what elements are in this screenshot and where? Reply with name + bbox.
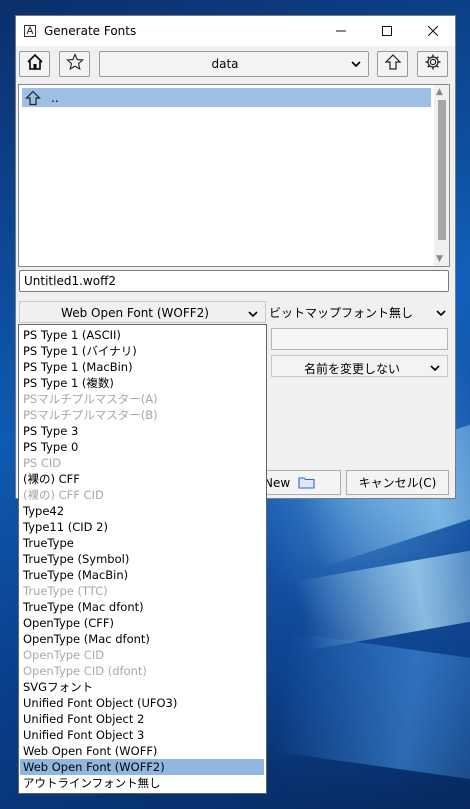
dropdown-option[interactable]: PS Type 1 (バイナリ) (20, 343, 264, 359)
dropdown-option[interactable]: Web Open Font (WOFF) (20, 743, 264, 759)
close-button[interactable] (410, 16, 456, 46)
home-button[interactable] (19, 51, 50, 77)
chevron-down-icon (436, 307, 446, 317)
dropdown-option: PSマルチプルマスター(B) (23, 408, 158, 422)
dropdown-option: PSマルチプルマスター(A) (23, 392, 158, 406)
maximize-button[interactable] (364, 16, 410, 46)
output-format-select[interactable]: Web Open Font (WOFF2) (19, 301, 266, 323)
toolbar: data (16, 51, 457, 81)
vertical-scrollbar[interactable]: ▲ ▼ (434, 85, 449, 266)
scroll-up-icon[interactable]: ▲ (436, 87, 443, 97)
dropdown-option[interactable]: TrueType (20, 535, 264, 551)
minimize-button[interactable] (318, 16, 364, 46)
up-arrow-icon (384, 53, 402, 75)
bitmap-format-select[interactable]: ビットマップフォント無し (268, 301, 448, 323)
dropdown-option: PS CID (23, 456, 62, 470)
settings-button[interactable] (417, 51, 448, 77)
rename-value: 名前を変更しない (303, 362, 400, 376)
gear-icon (424, 53, 442, 75)
filename-input[interactable]: Untitled1.woff2 (19, 270, 449, 292)
output-format-value: Web Open Font (WOFF2) (61, 306, 209, 320)
file-list[interactable]: .. ▲ ▼ (18, 84, 450, 267)
dropdown-option[interactable]: TrueType (Symbol) (20, 551, 264, 567)
chevron-down-icon (248, 308, 258, 318)
wallpaper-light-beam (272, 632, 470, 788)
dropdown-option[interactable]: Type11 (CID 2) (20, 519, 264, 535)
folder-icon (298, 476, 315, 489)
output-format-dropdown[interactable]: PS Type 1 (ASCII) PS Type 1 (バイナリ) PS Type… (18, 324, 267, 794)
bitmap-format-value: ビットマップフォント無し (269, 306, 414, 320)
dropdown-option[interactable]: Unified Font Object 3 (20, 727, 264, 743)
window-title: Generate Fonts (44, 24, 137, 38)
bookmark-button[interactable] (59, 51, 90, 77)
chevron-down-icon (351, 58, 361, 68)
dropdown-option[interactable]: PS Type 1 (MacBin) (20, 359, 264, 375)
dropdown-option[interactable]: PS Type 0 (20, 439, 264, 455)
dropdown-option: (裸の) CFF CID (23, 488, 104, 502)
dropdown-option[interactable]: TrueType (MacBin) (20, 567, 264, 583)
bitmap-sizes-input[interactable] (271, 328, 448, 350)
cancel-button[interactable]: キャンセル(C) (346, 470, 449, 495)
dropdown-option[interactable]: Web Open Font (WOFF2) (20, 759, 264, 775)
dropdown-option[interactable]: アウトラインフォント無し (20, 775, 264, 791)
dropdown-option[interactable]: SVGフォント (20, 679, 264, 695)
parent-directory-button[interactable] (377, 51, 408, 77)
dropdown-option[interactable]: PS Type 1 (ASCII) (20, 327, 264, 343)
dropdown-option[interactable]: Unified Font Object (UFO3) (20, 695, 264, 711)
directory-value: data (211, 57, 239, 71)
rename-select[interactable]: 名前を変更しない (271, 355, 448, 377)
list-item-label: .. (51, 90, 59, 105)
dropdown-option[interactable]: Type42 (20, 503, 264, 519)
dropdown-option[interactable]: TrueType (Mac dfont) (20, 599, 264, 615)
up-arrow-icon (25, 90, 41, 106)
scrollbar-thumb[interactable] (438, 100, 446, 240)
new-folder-button[interactable]: New (261, 470, 341, 495)
list-item[interactable]: .. (22, 88, 431, 107)
title-bar[interactable]: Generate Fonts (16, 16, 455, 46)
scroll-down-icon[interactable]: ▼ (436, 254, 443, 264)
dropdown-option: OpenType CID (dfont) (23, 664, 147, 678)
chevron-down-icon (430, 362, 440, 372)
dropdown-option[interactable]: OpenType (CFF) (20, 615, 264, 631)
dropdown-option[interactable]: PS Type 3 (20, 423, 264, 439)
home-icon (26, 53, 44, 75)
dropdown-option: OpenType CID (23, 648, 105, 662)
dropdown-option: TrueType (TTC) (23, 584, 108, 598)
app-icon (24, 25, 36, 37)
dropdown-option[interactable]: OpenType (Mac dfont) (20, 631, 264, 647)
star-icon (65, 53, 84, 75)
directory-select[interactable]: data (99, 51, 369, 77)
dropdown-option[interactable]: Unified Font Object 2 (20, 711, 264, 727)
new-folder-label: New (264, 476, 291, 490)
dropdown-option[interactable]: PS Type 1 (複数) (20, 375, 264, 391)
dropdown-option[interactable]: (裸の) CFF (20, 471, 264, 487)
